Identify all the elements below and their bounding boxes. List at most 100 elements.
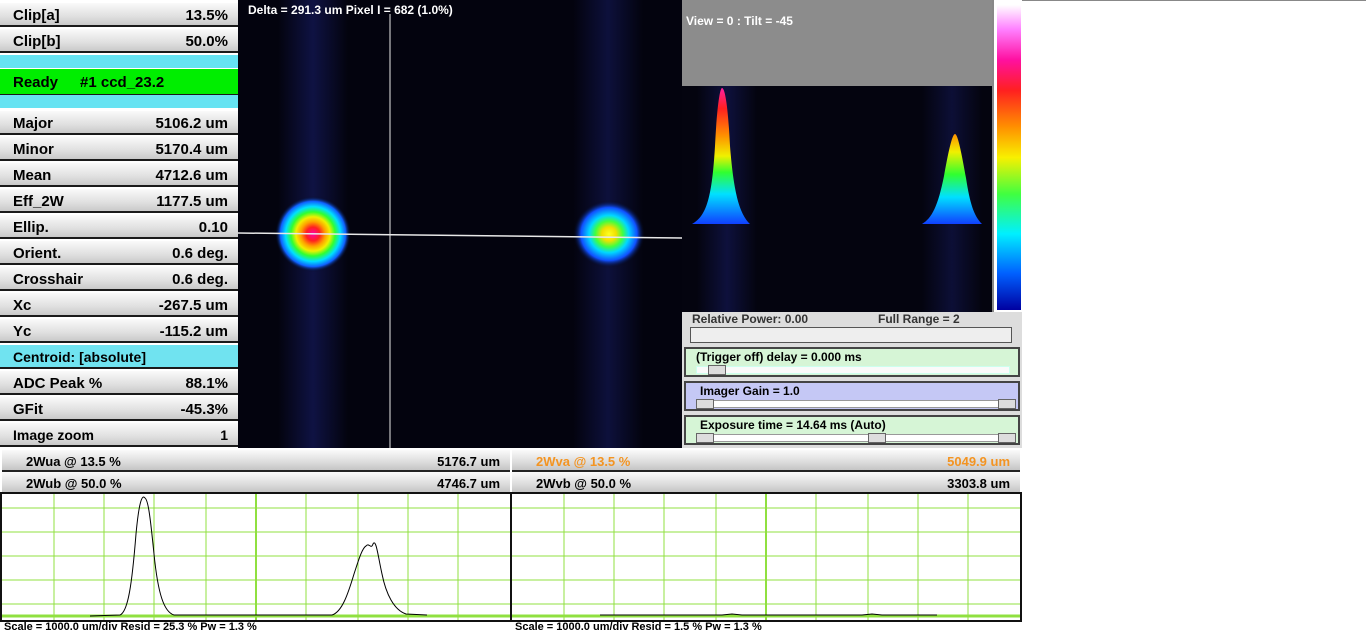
clip-a-value: 13.5% <box>185 7 228 24</box>
imager-gain-label: Imager Gain = 1.0 <box>700 384 800 398</box>
clip-b-row[interactable]: Clip[b] 50.0% <box>0 29 238 53</box>
profile-v-trace <box>600 613 937 616</box>
measurement-value: 0.10 <box>198 219 228 236</box>
measurement-row: Yc -115.2 um <box>0 319 238 343</box>
beam-image-view[interactable]: Delta = 291.3 um Pixel I = 682 (1.0%) <box>238 0 682 448</box>
profile-v-graph <box>512 494 1020 620</box>
adc-peak-label: ADC Peak % <box>13 375 103 392</box>
measurement-label: Xc <box>13 297 32 314</box>
wua-label: 2Wua @ 13.5 % <box>26 454 121 469</box>
measurement-row: Ellip. 0.10 <box>0 215 238 239</box>
trigger-delay-label: (Trigger off) delay = 0.000 ms <box>696 350 862 364</box>
adc-peak-row: ADC Peak % 88.1% <box>0 371 238 395</box>
exposure-end[interactable] <box>998 433 1016 443</box>
measurement-value: 0.6 deg. <box>172 271 228 288</box>
measurement-value: 0.6 deg. <box>172 245 228 262</box>
controls-panel: Relative Power: 0.00 Full Range = 2 (Tri… <box>682 312 1022 448</box>
exposure-label: Exposure time = 14.64 ms (Auto) <box>700 418 886 432</box>
color-scale-bar <box>992 0 1022 312</box>
footer-left: Scale = 1000.0 um/div Resid = 25.3 % Pw … <box>4 621 257 633</box>
measurement-value: 1177.5 um <box>156 193 228 210</box>
centroid-mode-button[interactable]: Centroid: [absolute] <box>0 345 238 369</box>
measurement-label: Eff_2W <box>13 193 64 210</box>
separator-bar <box>0 95 238 108</box>
gfit-value: -45.3% <box>180 401 228 418</box>
exposure-start[interactable] <box>696 433 714 443</box>
relative-power-bar <box>690 327 1012 343</box>
separator-bar <box>0 55 238 68</box>
measurement-row: Mean 4712.6 um <box>0 163 238 187</box>
image-zoom-value: 1 <box>220 427 228 443</box>
gfit-label: GFit <box>13 401 43 418</box>
color-gradient <box>997 5 1021 310</box>
measurement-row: Xc -267.5 um <box>0 293 238 317</box>
footer-right: Scale = 1000.0 um/div Resid = 1.5 % Pw =… <box>515 621 762 633</box>
exposure-track[interactable] <box>696 434 1010 442</box>
measurement-row: Crosshair 0.6 deg. <box>0 267 238 291</box>
3d-view[interactable]: View = 0 : Tilt = -45 <box>682 0 992 312</box>
imager-gain-thumb[interactable] <box>696 399 714 409</box>
3d-view-header: View = 0 : Tilt = -45 <box>686 14 793 28</box>
exposure-thumb[interactable] <box>868 433 886 443</box>
measurement-row: Major 5106.2 um <box>0 111 238 135</box>
trigger-delay-thumb[interactable] <box>708 365 726 375</box>
imager-gain-end[interactable] <box>998 399 1016 409</box>
wvb-label: 2Wvb @ 50.0 % <box>536 476 632 491</box>
profile-u-graph <box>2 494 510 620</box>
imager-gain-control[interactable]: Imager Gain = 1.0 <box>684 381 1020 411</box>
measurement-label: Minor <box>13 141 54 158</box>
wua-row: 2Wua @ 13.5 % 5176.7 um <box>2 450 510 472</box>
measurement-row: Orient. 0.6 deg. <box>0 241 238 265</box>
grid-u <box>2 494 510 620</box>
wub-value: 4746.7 um <box>437 476 500 491</box>
wua-value: 5176.7 um <box>437 454 500 469</box>
wva-row: 2Wva @ 13.5 % 5049.9 um <box>512 450 1020 472</box>
imager-gain-track[interactable] <box>696 400 1010 408</box>
measurement-label: Crosshair <box>13 271 84 288</box>
trigger-delay-control[interactable]: (Trigger off) delay = 0.000 ms <box>684 347 1020 377</box>
exposure-control[interactable]: Exposure time = 14.64 ms (Auto) <box>684 415 1020 445</box>
full-range-label: Full Range = 2 <box>878 312 960 326</box>
measurement-value: -115.2 um <box>159 323 228 340</box>
relative-power-label: Relative Power: 0.00 <box>692 312 809 326</box>
measurement-label: Mean <box>13 167 52 184</box>
clip-a-label: Clip[a] <box>13 7 60 24</box>
image-zoom-row[interactable]: Image zoom 1 <box>0 423 238 447</box>
profile-u-trace <box>89 496 428 617</box>
wub-row: 2Wub @ 50.0 % 4746.7 um <box>2 472 510 494</box>
wvb-value: 3303.8 um <box>947 476 1010 491</box>
profile-plot-v[interactable] <box>510 492 1022 622</box>
measurement-value: 5106.2 um <box>155 115 228 132</box>
measurement-value: -267.5 um <box>158 297 228 314</box>
clip-b-label: Clip[b] <box>13 33 61 50</box>
grid-v <box>512 494 1020 620</box>
measurement-value: 4712.6 um <box>155 167 228 184</box>
camera-name: #1 ccd_23.2 <box>80 74 165 91</box>
status-bar[interactable]: Ready #1 ccd_23.2 <box>0 69 238 95</box>
clip-a-row[interactable]: Clip[a] 13.5% <box>0 3 238 27</box>
gfit-row: GFit -45.3% <box>0 397 238 421</box>
wva-value: 5049.9 um <box>947 454 1010 469</box>
measurement-row: Eff_2W 1177.5 um <box>0 189 238 213</box>
centroid-mode-label: Centroid: [absolute] <box>13 349 146 365</box>
status-state: Ready <box>13 74 59 91</box>
image-header: Delta = 291.3 um Pixel I = 682 (1.0%) <box>248 3 453 17</box>
image-zoom-label: Image zoom <box>13 427 94 443</box>
window-edge <box>1022 0 1366 1</box>
profile-plot-u[interactable] <box>0 492 512 622</box>
wvb-row: 2Wvb @ 50.0 % 3303.8 um <box>512 472 1020 494</box>
measurement-label: Major <box>13 115 54 132</box>
beam-image <box>238 0 682 448</box>
wva-label: 2Wva @ 13.5 % <box>536 454 631 469</box>
measurement-value: 5170.4 um <box>155 141 228 158</box>
measurement-label: Ellip. <box>13 219 49 236</box>
adc-peak-value: 88.1% <box>185 375 228 392</box>
clip-b-value: 50.0% <box>185 33 228 50</box>
measurement-label: Yc <box>13 323 32 340</box>
beam-spot-b <box>573 200 645 268</box>
wub-label: 2Wub @ 50.0 % <box>26 476 122 491</box>
trigger-delay-track[interactable] <box>696 366 1010 374</box>
measurement-row: Minor 5170.4 um <box>0 137 238 161</box>
3d-view-backdrop <box>682 0 992 86</box>
3d-profile <box>692 86 982 312</box>
